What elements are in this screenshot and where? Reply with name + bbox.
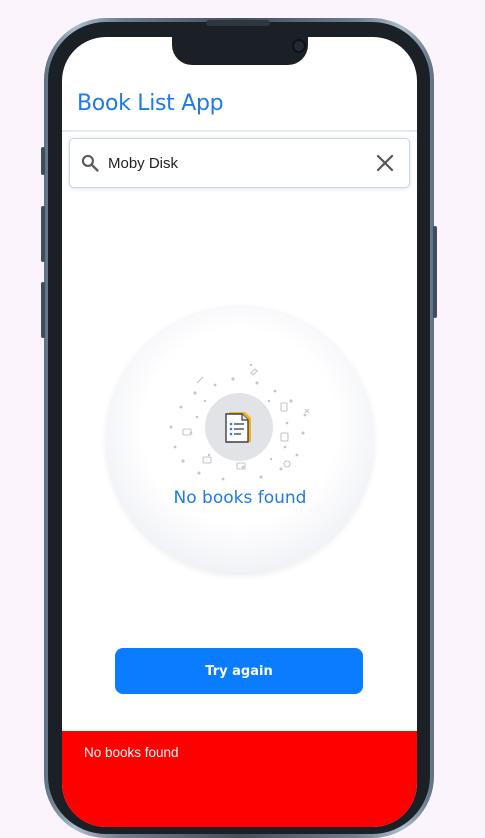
phone-mute-switch <box>41 147 45 175</box>
phone-notch <box>172 37 308 65</box>
empty-state-message: No books found <box>173 488 307 508</box>
phone-volume-up-button <box>41 206 45 262</box>
header-divider <box>62 130 417 132</box>
search-bar[interactable] <box>69 138 410 188</box>
document-list-icon <box>205 393 273 461</box>
search-input[interactable] <box>108 154 368 172</box>
search-icon <box>79 152 101 174</box>
app-screen: Book List App Moby Disk No books found T… <box>62 37 417 827</box>
app-title: Book List App <box>77 91 224 116</box>
snackbar-message: No books found <box>84 745 179 760</box>
phone-speaker <box>206 20 270 26</box>
phone-power-button <box>433 226 437 318</box>
empty-state-illustration: No books found <box>105 305 375 575</box>
close-icon[interactable] <box>375 153 395 173</box>
phone-volume-down-button <box>41 282 45 338</box>
snackbar: No books found <box>62 731 417 827</box>
try-again-button[interactable]: Try again <box>115 648 363 694</box>
camera-icon <box>292 39 306 53</box>
